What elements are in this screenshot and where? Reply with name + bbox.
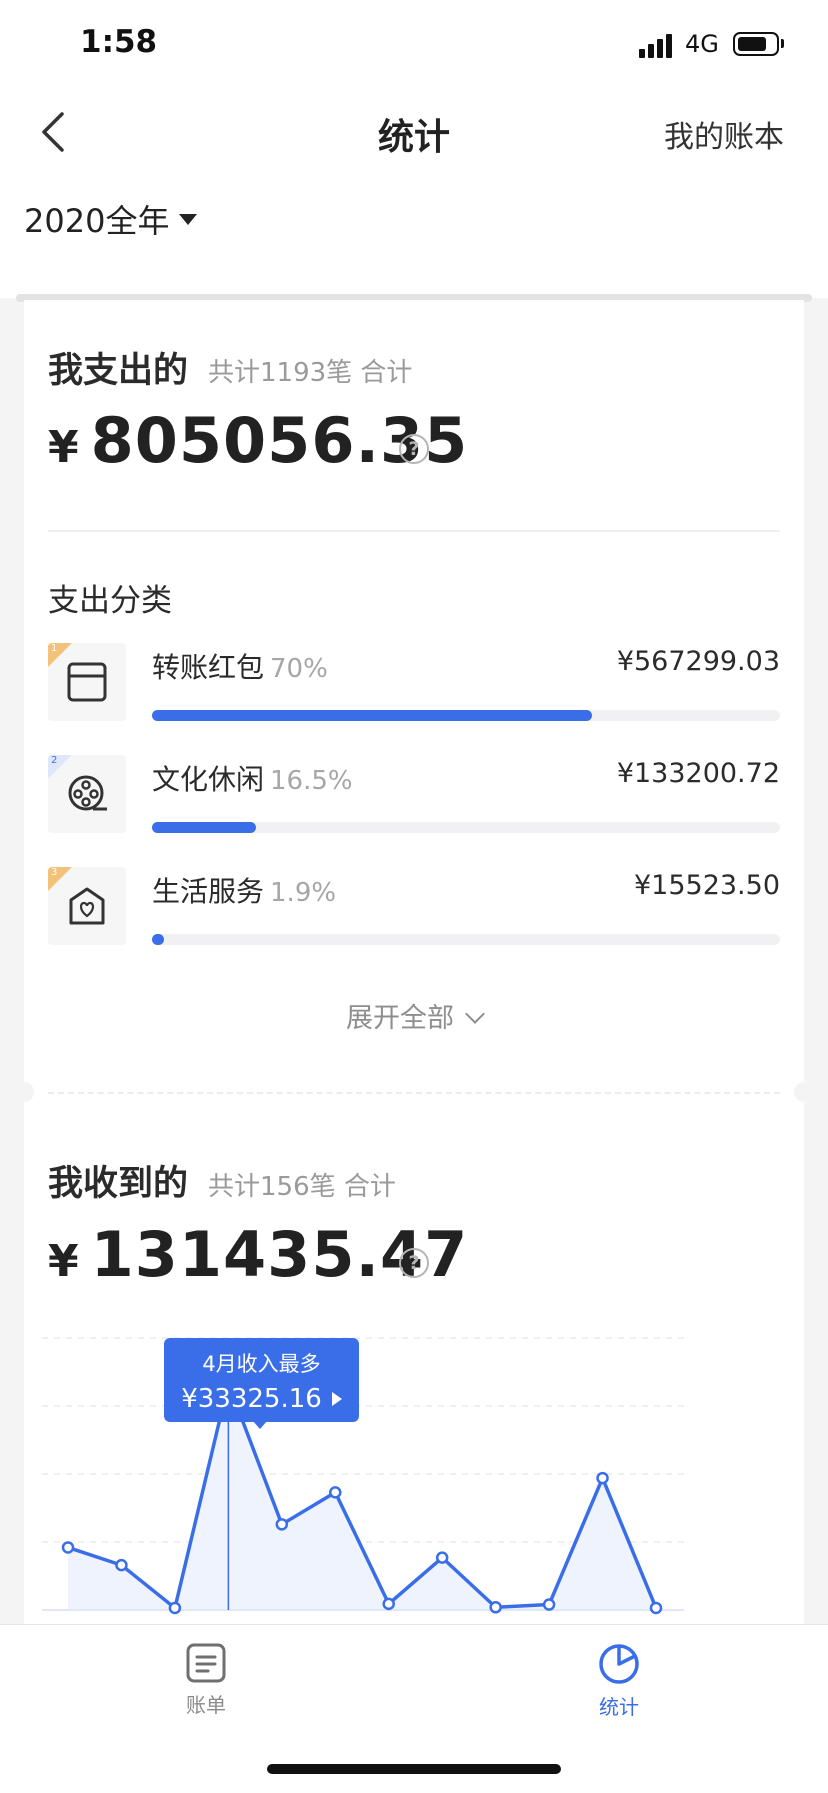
data-point [489, 1601, 502, 1614]
income-title: 我收到的 [48, 1164, 189, 1204]
wallet-icon [67, 662, 107, 702]
data-point [115, 1558, 128, 1572]
tab-bill[interactable]: 账单 [136, 1643, 276, 1718]
card-notch-right [794, 1082, 814, 1102]
expense-title: 我支出的 [48, 351, 189, 391]
category-percent: 1.9% [270, 878, 337, 908]
dashed-divider [48, 1092, 780, 1094]
income-summary: 共计156笔 合计 [208, 1172, 396, 1202]
data-point [329, 1486, 342, 1499]
currency-symbol: ¥ [48, 422, 79, 473]
data-point [596, 1471, 609, 1485]
film-reel-icon [68, 775, 107, 811]
expand-all-button[interactable]: 展开全部 [0, 996, 828, 1035]
expense-summary: 共计1193笔 合计 [208, 358, 413, 388]
pie-chart-icon [599, 1644, 639, 1684]
card-notch-left [14, 1082, 34, 1102]
category-percent: 70% [270, 654, 328, 684]
expand-all-label: 展开全部 [346, 1003, 454, 1034]
help-icon[interactable]: ? [399, 1248, 429, 1278]
data-point [649, 1601, 663, 1615]
rank-number: 3 [51, 867, 58, 878]
data-point [168, 1601, 182, 1615]
rank-number: 2 [51, 755, 58, 766]
help-icon[interactable]: ? [399, 434, 429, 464]
category-progress-fill [152, 710, 592, 721]
network-type: 4G [685, 30, 719, 58]
chevron-down-icon [465, 1004, 485, 1024]
category-name[interactable]: 转账红包 70% [152, 646, 328, 686]
category-progress-fill [152, 934, 164, 945]
signal-icon [639, 32, 673, 58]
category-label: 文化休闲 [152, 763, 265, 796]
category-icon-tile: 2 [48, 755, 126, 833]
category-percent: 16.5% [270, 766, 353, 796]
category-progress-track [152, 822, 780, 833]
tab-bill-label: 账单 [186, 1693, 226, 1717]
category-name[interactable]: 生活服务 1.9% [152, 870, 336, 910]
rank-number: 1 [51, 643, 58, 654]
data-point [275, 1518, 289, 1531]
income-line-chart[interactable] [24, 1330, 804, 1630]
category-progress-track [152, 934, 780, 945]
period-selector[interactable]: 2020全年 [24, 196, 198, 242]
play-arrow-icon [331, 1392, 342, 1406]
category-amount: ¥133200.72 [616, 758, 780, 789]
battery-icon [733, 32, 779, 56]
status-time: 1:58 [80, 24, 158, 60]
tooltip-amount: ¥33325.16 [181, 1384, 322, 1414]
tab-stats[interactable]: 统计 [549, 1643, 689, 1720]
data-point [382, 1597, 395, 1611]
battery-tip [781, 39, 784, 48]
data-point [542, 1598, 556, 1611]
caret-down-icon [179, 213, 198, 225]
category-progress-fill [152, 822, 256, 833]
tab-stats-label: 统计 [599, 1695, 639, 1719]
status-bar: 1:58 4G [0, 0, 828, 90]
data-point [61, 1541, 75, 1554]
category-label: 生活服务 [152, 875, 265, 908]
currency-symbol: ¥ [48, 1236, 79, 1287]
category-label: 转账红包 [152, 651, 265, 684]
tooltip-pointer [252, 1420, 268, 1429]
category-heading: 支出分类 [48, 583, 172, 619]
tooltip-title: 4月收入最多 [202, 1352, 321, 1376]
category-amount: ¥15523.50 [633, 870, 780, 901]
category-name[interactable]: 文化休闲 16.5% [152, 758, 353, 798]
my-ledger-link[interactable]: 我的账本 [664, 112, 784, 156]
period-label: 2020全年 [24, 202, 170, 240]
home-heart-icon [69, 887, 105, 925]
bill-icon [186, 1643, 226, 1683]
category-icon-tile: 1 [48, 643, 126, 721]
divider [48, 530, 780, 532]
data-point [435, 1551, 449, 1564]
category-icon-tile: 3 [48, 867, 126, 945]
series-area [68, 1383, 656, 1610]
category-progress-track [152, 710, 780, 721]
chart-tooltip[interactable]: 4月收入最多 ¥33325.16 [164, 1338, 359, 1422]
home-indicator [267, 1764, 561, 1774]
category-amount: ¥567299.03 [616, 646, 780, 677]
